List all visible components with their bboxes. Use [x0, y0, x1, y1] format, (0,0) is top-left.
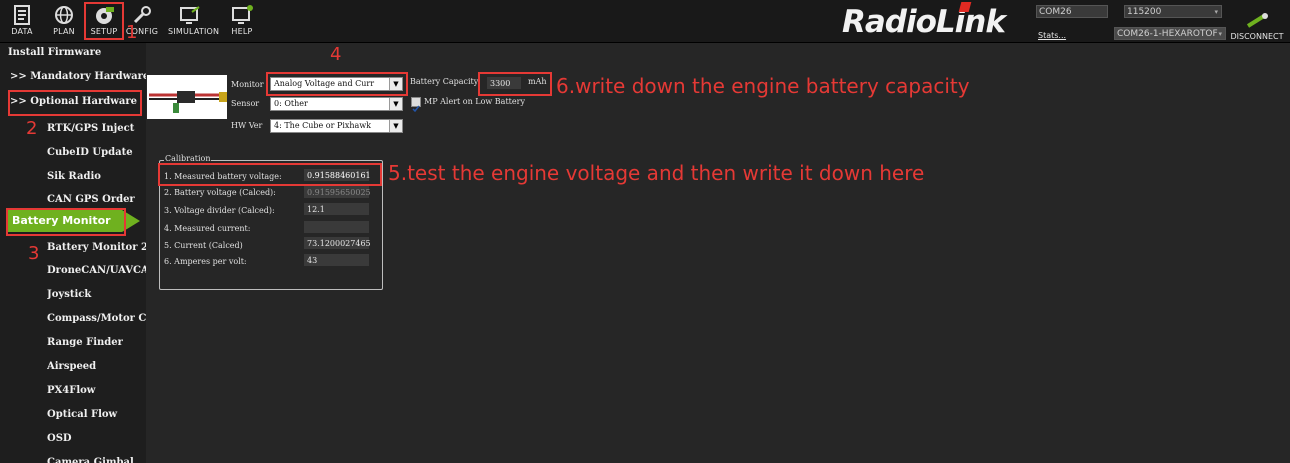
help-button[interactable]: HELP [224, 4, 260, 40]
sidebar-item-camera-gimbal[interactable]: Camera Gimbal [47, 454, 146, 463]
data-label: DATA [11, 27, 33, 36]
sidebar-item-compass-motor-calib[interactable]: Compass/Motor Calib [47, 310, 146, 328]
sensor-select[interactable]: 0: Other ▼ [270, 97, 403, 111]
checkmark-icon [412, 105, 420, 113]
sidebar-item-can-gps-order[interactable]: CAN GPS Order [47, 191, 146, 209]
simulation-button[interactable]: SIMULATION [168, 4, 220, 40]
stats-link[interactable]: Stats... [1038, 31, 1066, 40]
step-2-number: 2 [26, 118, 38, 139]
alert-label: MP Alert on Low Battery [424, 97, 525, 106]
plug-icon [1246, 13, 1268, 28]
sidebar-item-mandatory-hardware[interactable]: >> Mandatory Hardware [10, 68, 156, 86]
sensor-value: 0: Other [274, 99, 308, 108]
baud-select[interactable]: 115200 ▾ [1124, 5, 1222, 18]
sidebar-item-rtk-gps-inject[interactable]: RTK/GPS Inject [47, 120, 146, 138]
monitor-label: Monitor [231, 80, 264, 89]
help-icon [232, 5, 253, 24]
step-6-note: 6.write down the engine battery capacity [556, 74, 970, 98]
data-icon [14, 5, 30, 25]
voltage-divider-input[interactable]: 12.1 [304, 203, 369, 215]
sidebar-item-range-finder[interactable]: Range Finder [47, 334, 146, 352]
help-label: HELP [231, 27, 253, 36]
highlight-battery-monitor [6, 208, 126, 236]
capacity-label: Battery Capacity [410, 77, 479, 86]
amps-per-volt-input[interactable]: 43 [304, 254, 369, 266]
measured-current-input[interactable] [304, 221, 369, 233]
sidebar-item-optical-flow[interactable]: Optical Flow [47, 406, 146, 424]
sidebar-item-sik-radio[interactable]: Sik Radio [47, 168, 146, 186]
top-toolbar: DATA PLAN SETUP CONFIG SIMULATION HELP R… [0, 0, 1290, 43]
chevron-down-icon: ▼ [389, 120, 402, 132]
port-value: COM26 [1039, 7, 1072, 17]
step-3-number: 3 [28, 243, 40, 264]
calib-row-label: 3. Voltage divider (Calced): [164, 206, 275, 215]
logo-text: RadioLink [842, 4, 1006, 40]
step-4-number: 4 [330, 44, 342, 65]
link-value: COM26-1-HEXAROTOF [1117, 29, 1218, 39]
calib-row-label: 5. Current (Calced) [164, 241, 243, 250]
battery-voltage-calced-field: 0.91595650025 [304, 186, 371, 198]
chevron-down-icon: ▾ [1218, 30, 1222, 38]
sidebar-item-airspeed[interactable]: Airspeed [47, 358, 146, 376]
calib-row-label: 4. Measured current: [164, 224, 251, 233]
plan-button[interactable]: PLAN [46, 4, 82, 40]
simulation-icon [180, 6, 200, 24]
battery-module-image [147, 75, 227, 119]
plan-label: PLAN [53, 27, 75, 36]
hwver-value: 4: The Cube or Pixhawk [274, 121, 372, 130]
globe-icon [55, 6, 73, 24]
chevron-down-icon: ▾ [1214, 8, 1218, 16]
highlight-capacity [478, 72, 552, 96]
sidebar-item-battery-monitor-2[interactable]: Battery Monitor 2 [47, 239, 146, 257]
disconnect-label: DISCONNECT [1230, 32, 1284, 41]
step-5-note: 5.test the engine voltage and then write… [388, 161, 925, 185]
simulation-label: SIMULATION [168, 27, 220, 36]
radiolink-logo: RadioLink [842, 2, 1012, 40]
hwver-select[interactable]: 4: The Cube or Pixhawk ▼ [270, 119, 403, 133]
sidebar-item-dronecan[interactable]: DroneCAN/UAVCAN [47, 262, 146, 280]
sidebar-item-install-firmware[interactable]: Install Firmware [8, 44, 154, 62]
alert-checkbox[interactable] [411, 97, 421, 113]
sidebar-item-px4flow[interactable]: PX4Flow [47, 382, 146, 400]
sidebar-item-osd[interactable]: OSD [47, 430, 146, 448]
chevron-down-icon: ▼ [389, 98, 402, 110]
highlight-setup [84, 2, 124, 40]
step-1-number: 1 [126, 22, 138, 43]
calib-row-label: 2. Battery voltage (Calced): [164, 188, 276, 197]
hwver-label: HW Ver [231, 121, 263, 130]
calib-row-label: 6. Amperes per volt: [164, 257, 247, 266]
highlight-optional-hardware [8, 90, 142, 116]
calibration-title: Calibration [164, 154, 212, 163]
highlight-measured-voltage [158, 163, 382, 186]
port-select[interactable]: COM26 [1036, 5, 1108, 18]
sidebar-item-cubeid-update[interactable]: CubeID Update [47, 144, 146, 162]
sidebar-item-joystick[interactable]: Joystick [47, 286, 146, 304]
sensor-label: Sensor [231, 99, 260, 108]
disconnect-button[interactable]: DISCONNECT [1228, 12, 1286, 41]
data-button[interactable]: DATA [4, 4, 40, 40]
battery-module-icon [149, 91, 227, 113]
highlight-monitor-select [266, 72, 408, 96]
link-select[interactable]: COM26-1-HEXAROTOF ▾ [1114, 27, 1226, 40]
baud-value: 115200 [1127, 7, 1162, 17]
current-calced-field: 73.1200027465 [304, 237, 371, 249]
